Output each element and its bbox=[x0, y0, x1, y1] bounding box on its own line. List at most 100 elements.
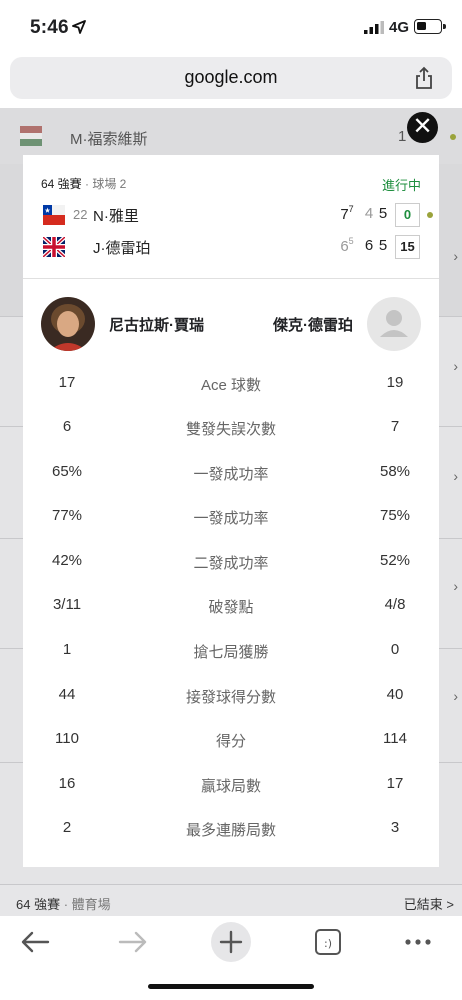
battery-icon bbox=[414, 19, 446, 34]
left-player-name: 尼古拉斯·賈瑞 bbox=[109, 317, 204, 334]
stat-label: 破發點 bbox=[208, 599, 254, 616]
player2-name: J·德雷珀 bbox=[93, 240, 151, 257]
stat-row: 1 搶七局獲勝 0 bbox=[23, 641, 439, 665]
stat-right-value: 0 bbox=[390, 641, 400, 658]
background-score: 1 bbox=[398, 128, 407, 145]
stat-row: 6 雙發失誤次數 7 bbox=[23, 418, 439, 442]
stat-row: 17 Ace 球數 19 bbox=[23, 374, 439, 398]
player1-set3: 5 bbox=[378, 205, 388, 222]
stat-right-value: 7 bbox=[390, 418, 400, 435]
player2-score-row: J·德雷珀 65 6 5 15 bbox=[41, 235, 421, 261]
avatar-placeholder-icon bbox=[367, 297, 421, 351]
stat-label: 接發球得分數 bbox=[185, 689, 276, 706]
stat-right-value: 4/8 bbox=[384, 596, 406, 613]
svg-text::): :) bbox=[324, 937, 332, 950]
background-status: 已結束 > bbox=[403, 897, 454, 912]
background-venue: 體育場 bbox=[71, 897, 111, 912]
stat-left-value: 17 bbox=[58, 374, 76, 391]
more-icon[interactable] bbox=[396, 920, 440, 964]
stat-left-value: 6 bbox=[62, 418, 72, 435]
home-indicator[interactable] bbox=[148, 984, 314, 989]
match-status: 進行中 bbox=[381, 178, 421, 193]
court-label: · 球場 2 bbox=[81, 177, 127, 191]
hungary-flag-icon bbox=[20, 126, 42, 146]
stat-row: 2 最多連勝局數 3 bbox=[23, 819, 439, 843]
stat-right-value: 40 bbox=[386, 686, 404, 703]
uk-flag-icon bbox=[43, 237, 65, 257]
player1-name: N·雅里 bbox=[93, 208, 139, 225]
status-time: 5:46 bbox=[30, 17, 69, 38]
player1-points: 0 bbox=[395, 203, 420, 227]
chevron-right-icon: › bbox=[453, 578, 458, 594]
stat-right-value: 3 bbox=[390, 819, 400, 836]
stat-left-value: 16 bbox=[58, 775, 76, 792]
stat-row: 42% 二發成功率 52% bbox=[23, 552, 439, 576]
stat-left-value: 110 bbox=[55, 730, 79, 747]
stat-right-value: 19 bbox=[386, 374, 404, 391]
stat-label: 二發成功率 bbox=[193, 555, 269, 572]
share-icon[interactable] bbox=[414, 66, 434, 90]
new-tab-icon[interactable] bbox=[209, 920, 253, 964]
stat-row: 16 贏球局數 17 bbox=[23, 775, 439, 799]
stat-row: 3/11 破發點 4/8 bbox=[23, 596, 439, 620]
round-label: 64 強賽 bbox=[41, 177, 82, 191]
stat-label: 得分 bbox=[215, 733, 246, 750]
tabs-icon[interactable]: :) bbox=[306, 920, 350, 964]
player1-seed: 22 bbox=[73, 207, 88, 222]
match-header: 64 強賽 · 球場 2 進行中 22 N·雅里 77 4 5 0 J·德雷珀 … bbox=[23, 155, 439, 279]
stat-right-value: 17 bbox=[386, 775, 404, 792]
stat-right-value: 114 bbox=[383, 730, 407, 747]
stat-row: 65% 一發成功率 58% bbox=[23, 463, 439, 487]
stat-label: Ace 球數 bbox=[200, 377, 261, 394]
player1-set1: 77 bbox=[340, 204, 354, 223]
stat-label: 一發成功率 bbox=[193, 510, 269, 527]
address-bar[interactable]: google.com bbox=[10, 57, 452, 99]
tiebreak-score: 7 bbox=[348, 204, 354, 214]
stat-row: 77% 一發成功率 75% bbox=[23, 507, 439, 531]
chevron-right-icon: › bbox=[453, 688, 458, 704]
stat-left-value: 65% bbox=[51, 463, 83, 480]
signal-icon bbox=[364, 21, 384, 34]
url-text: google.com bbox=[184, 67, 278, 87]
stat-label: 最多連勝局數 bbox=[185, 822, 276, 839]
stat-right-value: 58% bbox=[379, 463, 411, 480]
player1-score-row: 22 N·雅里 77 4 5 0 bbox=[41, 203, 433, 229]
stat-label: 一發成功率 bbox=[193, 466, 269, 483]
background-round: 64 強賽 bbox=[16, 897, 61, 912]
chevron-right-icon: › bbox=[453, 358, 458, 374]
player2-set1: 65 bbox=[340, 236, 354, 255]
chevron-right-icon: › bbox=[453, 248, 458, 264]
network-type: 4G bbox=[389, 19, 410, 36]
serve-indicator bbox=[450, 134, 456, 140]
tiebreak-score: 5 bbox=[348, 236, 354, 246]
stat-right-value: 52% bbox=[379, 552, 411, 569]
separator: · bbox=[60, 897, 72, 912]
stat-left-value: 44 bbox=[58, 686, 76, 703]
chevron-right-icon: › bbox=[453, 468, 458, 484]
stat-row: 44 接發球得分數 40 bbox=[23, 686, 439, 710]
stat-label: 雙發失誤次數 bbox=[185, 421, 276, 438]
status-bar: 5:46 4G bbox=[0, 0, 462, 52]
serve-indicator bbox=[427, 212, 433, 218]
stat-label: 搶七局獲勝 bbox=[193, 644, 269, 661]
location-arrow-icon bbox=[72, 20, 86, 34]
player2-points: 15 bbox=[395, 235, 420, 259]
close-button[interactable]: ✕ bbox=[407, 112, 438, 143]
close-icon: ✕ bbox=[412, 113, 433, 140]
stat-left-value: 1 bbox=[62, 641, 72, 658]
stat-left-value: 3/11 bbox=[52, 596, 82, 613]
chile-flag-icon bbox=[43, 205, 65, 225]
forward-icon[interactable] bbox=[110, 920, 154, 964]
stat-label: 贏球局數 bbox=[200, 778, 261, 795]
avatar bbox=[41, 297, 95, 351]
background-player-name: M·福索維斯 bbox=[70, 131, 148, 148]
match-round: 64 強賽 · 球場 2 bbox=[41, 175, 126, 192]
stat-left-value: 2 bbox=[62, 819, 72, 836]
stat-right-value: 75% bbox=[379, 507, 411, 524]
player2-set3: 5 bbox=[378, 237, 388, 254]
back-icon[interactable] bbox=[14, 920, 58, 964]
background-match-footer[interactable]: 64 強賽 · 體育場 已結束 > bbox=[0, 884, 462, 916]
stat-row: 110 得分 114 bbox=[23, 730, 439, 754]
stat-left-value: 42% bbox=[51, 552, 83, 569]
players-header: 尼古拉斯·賈瑞 傑克·德雷珀 bbox=[23, 295, 439, 351]
